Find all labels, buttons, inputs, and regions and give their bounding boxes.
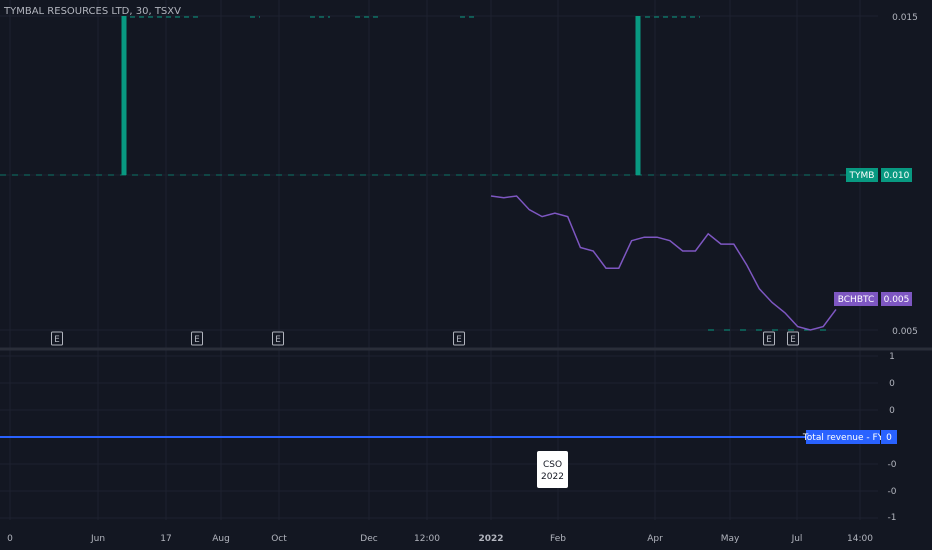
y-tick-top-1: 0.005 (892, 327, 918, 337)
y-tick-bottom-2: 0 (889, 406, 895, 416)
y-tick-top-0: 0.015 (892, 13, 918, 23)
event-label-line1: CSO (543, 460, 562, 470)
x-tick-12: 14:00 (847, 534, 873, 544)
x-tick-7: 2022 (478, 534, 503, 544)
x-tick-5: Dec (360, 534, 377, 544)
chart-canvas[interactable]: TYMBAL RESOURCES LTD, 30, TSXV E E E E E E 0.01… (0, 0, 932, 550)
revenue-label-text: Total revenue - FY (802, 433, 884, 443)
price-tag-value-text-0: 0.010 (884, 171, 910, 181)
x-tick-4: Oct (271, 534, 287, 544)
x-tick-9: Apr (647, 534, 663, 544)
volume-bar-0[interactable] (121, 16, 127, 175)
earnings-marker-label-3: E (456, 335, 462, 345)
chart-background (0, 0, 932, 550)
earnings-marker-label-4: E (766, 335, 772, 345)
volume-bar-1[interactable] (635, 16, 641, 175)
y-tick-bottom-0: 1 (889, 352, 895, 362)
y-tick-bottom-1: 0 (889, 379, 895, 389)
x-tick-11: Jul (791, 534, 803, 544)
y-tick-bottom-4: -0 (888, 460, 897, 470)
x-tick-2: 17 (160, 534, 171, 544)
chart-title: TYMBAL RESOURCES LTD, 30, TSXV (3, 6, 181, 17)
earnings-marker-label-0: E (54, 335, 60, 345)
revenue-value-text: 0 (886, 433, 892, 443)
x-tick-3: Aug (212, 534, 230, 544)
earnings-marker-label-1: E (194, 335, 200, 345)
chart-root: TYMBAL RESOURCES LTD, 30, TSXV E E E E E E 0.01… (0, 0, 932, 550)
price-tag-symbol-text-0: TYMB (849, 171, 875, 181)
x-tick-0: 0 (7, 534, 13, 544)
event-label-line2: 2022 (541, 472, 564, 482)
earnings-marker-label-5: E (790, 335, 796, 345)
y-tick-bottom-5: -0 (888, 487, 897, 497)
x-tick-8: Feb (550, 534, 566, 544)
x-tick-6: 12:00 (414, 534, 440, 544)
x-tick-10: May (721, 534, 740, 544)
earnings-marker-label-2: E (275, 335, 281, 345)
x-tick-1: Jun (90, 534, 105, 544)
y-tick-bottom-6: -1 (888, 513, 897, 523)
price-tag-value-text-1: 0.005 (884, 295, 910, 305)
price-tag-symbol-text-1: BCHBTC (838, 295, 875, 305)
